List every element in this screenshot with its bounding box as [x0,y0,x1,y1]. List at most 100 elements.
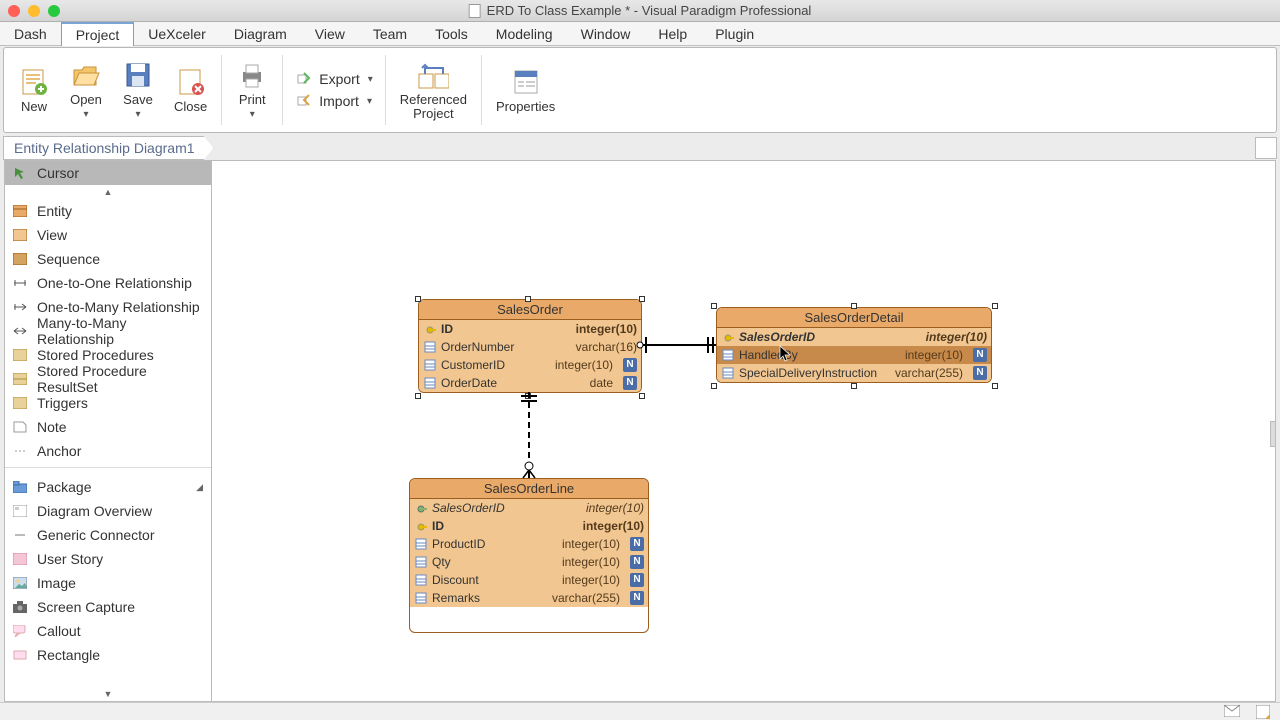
resize-handle[interactable] [639,296,645,302]
palette-diagram-overview[interactable]: Diagram Overview [5,499,211,523]
connector-icon [13,529,27,541]
palette-callout[interactable]: Callout [5,619,211,643]
close-window-button[interactable] [8,5,20,17]
resize-handle[interactable] [639,393,645,399]
palette-screen-capture[interactable]: Screen Capture [5,595,211,619]
breadcrumb-bar: Entity Relationship Diagram1 [3,135,1277,161]
resize-handle[interactable] [415,393,421,399]
palette-stored-procedure-resultset[interactable]: Stored Procedure ResultSet [5,367,211,391]
diagram-canvas[interactable]: SalesOrder IDinteger(10)OrderNumbervarch… [212,160,1276,702]
ribbon: New Open▾ Save▾ Close Print▾ Export▾ Imp… [3,47,1277,133]
new-label: New [21,100,47,114]
entity-salesorder[interactable]: SalesOrder IDinteger(10)OrderNumbervarch… [418,299,642,393]
menu-diagram[interactable]: Diagram [220,22,301,45]
mail-icon[interactable] [1224,705,1240,719]
column-row[interactable]: CustomerIDinteger(10)N [419,356,641,374]
referenced-project-button[interactable]: Referenced Project [392,51,475,129]
palette-one-to-one[interactable]: One-to-One Relationship [5,271,211,295]
palette-package[interactable]: Package◢ [5,475,211,499]
properties-button[interactable]: Properties [488,51,563,129]
column-row[interactable]: SalesOrderIDinteger(10) [717,328,991,346]
column-row[interactable]: HandledByinteger(10)N [717,346,991,364]
palette-many-to-many[interactable]: Many-to-Many Relationship [5,319,211,343]
breadcrumb-overview-button[interactable] [1255,137,1277,159]
open-button[interactable]: Open▾ [62,51,110,129]
nullable-badge: N [973,366,987,380]
palette-entity[interactable]: Entity [5,199,211,223]
menu-tools[interactable]: Tools [421,22,482,45]
column-row[interactable]: ProductIDinteger(10)N [410,535,648,553]
nullable-badge: N [973,348,987,362]
palette-view[interactable]: View [5,223,211,247]
separator [481,55,482,125]
palette-scroll-down[interactable]: ▼ [5,687,211,701]
resize-handle[interactable] [992,383,998,389]
palette-note[interactable]: Note [5,415,211,439]
save-button[interactable]: Save▾ [114,51,162,129]
menu-team[interactable]: Team [359,22,421,45]
print-button[interactable]: Print▾ [228,51,276,129]
column-row[interactable]: OrderNumbervarchar(16) [419,338,641,356]
menu-project[interactable]: Project [61,22,135,46]
palette-user-story[interactable]: User Story [5,547,211,571]
palette-generic-connector[interactable]: Generic Connector [5,523,211,547]
menu-uexceler[interactable]: UeXceler [134,22,220,45]
column-name: CustomerID [441,358,523,372]
column-row[interactable]: SpecialDeliveryInstructionvarchar(255)N [717,364,991,382]
menu-plugin[interactable]: Plugin [701,22,768,45]
tool-palette: Cursor ▲ Entity View Sequence One-to-One… [4,160,212,702]
column-name: SpecialDeliveryInstruction [739,366,887,380]
new-icon [18,66,50,98]
column-row[interactable]: Qtyinteger(10)N [410,553,648,571]
close-button[interactable]: Close [166,51,215,129]
note-icon[interactable] [1256,705,1272,719]
entity-salesorderline[interactable]: SalesOrderLine SalesOrderIDinteger(10)ID… [409,478,649,633]
breadcrumb-tab[interactable]: Entity Relationship Diagram1 [3,136,214,160]
resize-handle[interactable] [851,303,857,309]
save-label: Save▾ [123,93,153,122]
palette-sequence[interactable]: Sequence [5,247,211,271]
window-title-text: ERD To Class Example * - Visual Paradigm… [487,3,812,18]
palette-anchor[interactable]: Anchor [5,439,211,463]
menu-dash[interactable]: Dash [0,22,61,45]
cardinality-one-icon [636,337,652,353]
menu-window[interactable]: Window [567,22,645,45]
palette-rectangle[interactable]: Rectangle [5,643,211,667]
column-row[interactable]: OrderDatedateN [419,374,641,392]
menu-modeling[interactable]: Modeling [482,22,567,45]
palette-scroll-up[interactable]: ▲ [5,185,211,199]
resize-handle[interactable] [415,296,421,302]
overview-icon [13,505,27,517]
resize-handle[interactable] [851,383,857,389]
minimize-window-button[interactable] [28,5,40,17]
palette-image[interactable]: Image [5,571,211,595]
column-icon [423,358,437,372]
resize-handle[interactable] [711,383,717,389]
column-row[interactable]: SalesOrderIDinteger(10) [410,499,648,517]
column-icon [423,376,437,390]
column-row[interactable]: Discountinteger(10)N [410,571,648,589]
column-row[interactable]: IDinteger(10) [410,517,648,535]
column-row[interactable]: Remarksvarchar(255)N [410,589,648,607]
zoom-window-button[interactable] [48,5,60,17]
triggers-icon [13,397,27,409]
import-button[interactable]: Import▾ [295,92,373,110]
export-label: Export [319,71,359,87]
palette-triggers[interactable]: Triggers [5,391,211,415]
column-row[interactable]: IDinteger(10) [419,320,641,338]
menu-view[interactable]: View [301,22,359,45]
resize-handle[interactable] [525,296,531,302]
menu-help[interactable]: Help [644,22,701,45]
entity-salesorderdetail[interactable]: SalesOrderDetail SalesOrderIDinteger(10)… [716,307,992,383]
palette-cursor[interactable]: Cursor [5,161,211,185]
column-type: integer(10) [562,555,620,569]
column-icon [414,591,428,605]
new-button[interactable]: New [10,51,58,129]
export-button[interactable]: Export▾ [295,70,373,88]
canvas-side-handle[interactable] [1270,421,1276,447]
resize-handle[interactable] [711,303,717,309]
callout-icon [13,625,27,637]
column-type: integer(10) [562,537,620,551]
resize-handle[interactable] [992,303,998,309]
resultset-icon [13,373,27,385]
